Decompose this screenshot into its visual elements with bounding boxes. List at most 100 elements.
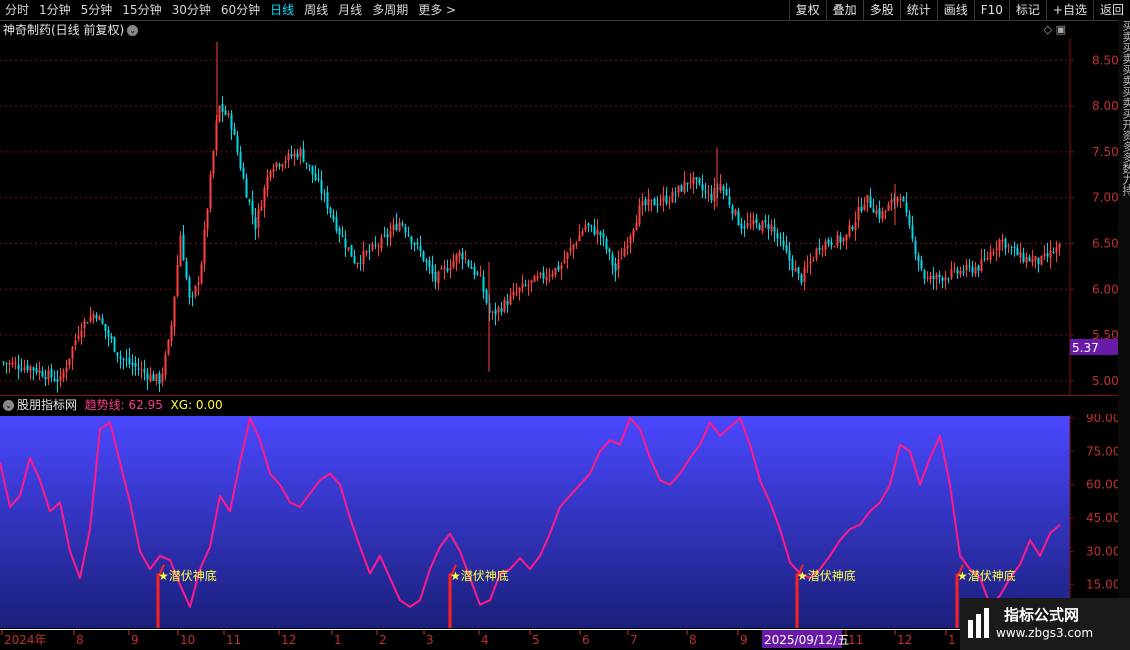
window-icon[interactable]: ▣ — [1056, 23, 1066, 36]
date-label: 8 — [76, 633, 84, 647]
date-label: 1 — [334, 633, 342, 647]
period-tab-2[interactable]: 5分钟 — [76, 0, 118, 20]
period-tab-5[interactable]: 60分钟 — [216, 0, 265, 20]
candle-body — [911, 225, 914, 239]
toolbar-button-4[interactable]: 画线 — [936, 0, 974, 20]
candle-body — [440, 268, 443, 270]
indicator-chart[interactable]: 90.00 75.00 60.00 45.00 30.00 15.00 ★潜伏神底 ★潜伏神底… — [0, 414, 1118, 630]
candle-body — [245, 178, 248, 198]
candle-body — [107, 329, 110, 337]
candle-body — [989, 252, 992, 260]
candle-body — [887, 204, 890, 211]
date-label: 9 — [740, 633, 748, 647]
toolbar-button-7[interactable]: +自选 — [1045, 0, 1093, 20]
toolbar-button-0[interactable]: 复权 — [788, 0, 826, 20]
candle-body — [890, 199, 893, 204]
candle-body — [611, 254, 614, 266]
period-tab-3[interactable]: 15分钟 — [117, 0, 166, 20]
toolbar-button-1[interactable]: 叠加 — [825, 0, 863, 20]
candle-body — [329, 207, 332, 214]
candle-body — [344, 238, 347, 248]
candle-body — [416, 242, 419, 245]
toolbar-button-5[interactable]: F10 — [973, 0, 1009, 20]
candle-body — [824, 241, 827, 251]
candle-body — [614, 263, 617, 272]
xg-label: XG — [170, 398, 189, 412]
chevron-down-icon[interactable]: ⌄ — [3, 400, 14, 411]
candle-body — [89, 316, 92, 322]
candle-body — [362, 250, 365, 265]
candle-body — [173, 296, 176, 328]
candle-body — [827, 239, 830, 244]
candle-body — [491, 311, 494, 313]
candle-body — [206, 209, 209, 230]
candle-body — [413, 242, 416, 245]
candle-body — [632, 229, 635, 238]
candle-body — [809, 261, 812, 264]
indicator-tick-label: 45.00 — [1086, 511, 1118, 525]
candle-body — [635, 222, 638, 231]
period-tab-0[interactable]: 分时 — [0, 0, 34, 20]
candle-body — [152, 374, 155, 381]
price-tick-label: 7.50 — [1092, 145, 1118, 159]
main-chart-header: 神奇制药(日线 前复权) ⌄ ◇ ▣ — [0, 20, 1070, 38]
candle-body — [713, 187, 716, 202]
chevron-down-icon[interactable]: ⌄ — [127, 25, 139, 36]
right-side-panel[interactable]: 买卖买卖买卖买卖买开资多多数力持 — [1118, 20, 1130, 650]
candle-body — [761, 220, 764, 232]
candle-body — [197, 282, 200, 285]
candle-body — [581, 231, 584, 235]
candle-body — [293, 153, 296, 157]
candle-body — [320, 180, 323, 193]
candle-body — [23, 367, 26, 370]
candle-body — [818, 248, 821, 251]
indicator-header: ⌄ 股朋指标网 趋势线: 62.95 XG: 0.00 — [0, 396, 1070, 414]
date-label: 3 — [426, 633, 434, 647]
candle-body — [980, 259, 983, 271]
candle-body — [965, 264, 968, 271]
candlestick-chart[interactable]: 8.508.007.507.006.506.005.505.005.37 — [0, 38, 1118, 396]
toolbar-button-3[interactable]: 统计 — [899, 0, 937, 20]
period-tab-1[interactable]: 1分钟 — [34, 0, 76, 20]
candle-body — [533, 276, 536, 282]
toolbar-button-6[interactable]: 标记 — [1008, 0, 1046, 20]
candle-body — [677, 185, 680, 193]
candle-body — [368, 250, 371, 252]
candle-body — [11, 362, 14, 365]
candle-body — [1028, 257, 1031, 262]
candle-body — [146, 373, 149, 380]
candle-body — [647, 198, 650, 206]
toolbar-button-2[interactable]: 多股 — [862, 0, 900, 20]
candle-body — [119, 356, 122, 359]
candle-body — [386, 234, 389, 238]
stock-title-text: 神奇制药(日线 前复权) — [3, 23, 125, 37]
candle-body — [299, 148, 302, 157]
candle-body — [29, 366, 32, 372]
candle-body — [494, 309, 497, 315]
period-tab-10[interactable]: 更多 > — [413, 0, 461, 20]
candle-body — [845, 234, 848, 241]
candle-body — [617, 259, 620, 270]
candle-body — [125, 359, 128, 361]
candle-body — [668, 201, 671, 204]
candle-body — [326, 192, 329, 209]
period-tab-6[interactable]: 日线 — [265, 0, 299, 20]
toolbar-button-8[interactable]: 返回 — [1092, 0, 1130, 20]
candle-body — [323, 193, 326, 195]
candle-body — [497, 307, 500, 313]
candle-body — [590, 224, 593, 226]
period-tab-7[interactable]: 周线 — [299, 0, 333, 20]
candle-body — [290, 154, 293, 157]
candle-body — [575, 243, 578, 246]
candle-body — [746, 222, 749, 227]
period-tab-8[interactable]: 月线 — [333, 0, 367, 20]
period-tab-9[interactable]: 多周期 — [367, 0, 413, 20]
candle-body — [449, 267, 452, 270]
candle-body — [500, 308, 503, 312]
period-tab-4[interactable]: 30分钟 — [167, 0, 216, 20]
candle-body — [749, 223, 752, 225]
current-price-label: 5.37 — [1072, 341, 1099, 355]
candle-body — [701, 184, 704, 191]
diamond-icon[interactable]: ◇ — [1044, 23, 1052, 36]
candle-body — [188, 277, 191, 298]
